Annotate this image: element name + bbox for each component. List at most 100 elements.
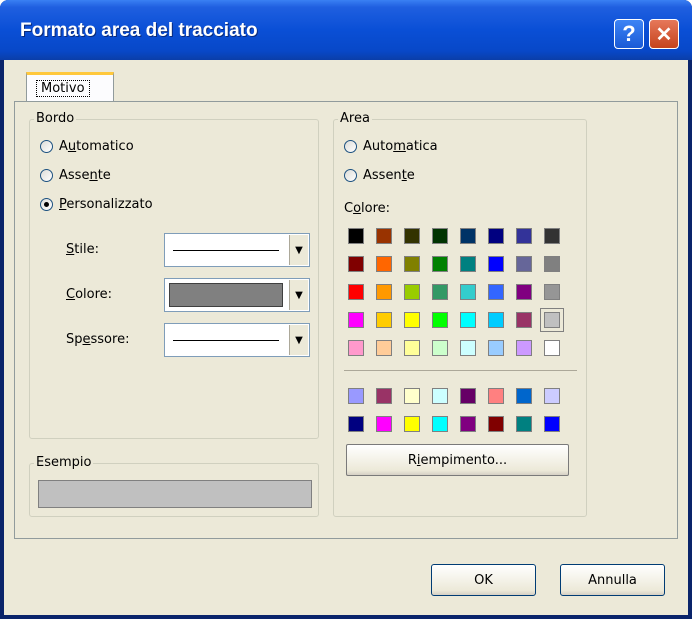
color-swatch[interactable] bbox=[488, 388, 504, 404]
area-auto-label: Automatica bbox=[363, 138, 438, 154]
color-swatch[interactable] bbox=[516, 284, 532, 300]
tab-motivo[interactable]: Motivo bbox=[26, 72, 114, 102]
chevron-down-icon[interactable]: ▼ bbox=[289, 280, 308, 310]
ok-button[interactable]: OK bbox=[431, 564, 536, 596]
chevron-down-icon[interactable]: ▼ bbox=[289, 325, 308, 355]
dialog-window: Formato area del tracciato ? ✕ Motivo Bo… bbox=[0, 0, 692, 619]
color-swatch[interactable] bbox=[404, 228, 420, 244]
area-group: Area Automatica Assente Colore: Riempime… bbox=[333, 111, 587, 517]
color-swatch[interactable] bbox=[348, 284, 364, 300]
color-swatch[interactable] bbox=[460, 312, 476, 328]
color-swatch[interactable] bbox=[488, 228, 504, 244]
sample-group-title: Esempio bbox=[34, 455, 94, 471]
border-auto-radio[interactable]: Automatico bbox=[40, 136, 134, 156]
color-swatch[interactable] bbox=[488, 256, 504, 272]
color-swatch[interactable] bbox=[376, 284, 392, 300]
fill-effects-button[interactable]: Riempimento... bbox=[346, 444, 569, 476]
border-custom-label: Personalizzato bbox=[59, 196, 153, 212]
chevron-down-icon[interactable]: ▼ bbox=[289, 235, 308, 265]
color-swatch[interactable] bbox=[544, 388, 560, 404]
color-swatch[interactable] bbox=[544, 312, 560, 328]
area-none-radio[interactable]: Assente bbox=[344, 165, 415, 185]
color-swatch[interactable] bbox=[432, 312, 448, 328]
border-group: Bordo Automatico Assente Personalizzato … bbox=[29, 111, 319, 439]
color-label: Colore: bbox=[66, 287, 113, 302]
dialog-body: Motivo Bordo Automatico Assente Personal… bbox=[4, 60, 688, 615]
color-swatch[interactable] bbox=[488, 312, 504, 328]
border-custom-radio[interactable]: Personalizzato bbox=[40, 194, 153, 214]
area-color-label: Colore: bbox=[344, 201, 391, 216]
sample-preview bbox=[38, 480, 312, 508]
title-bar[interactable]: Formato area del tracciato ? ✕ bbox=[0, 0, 692, 60]
color-swatch[interactable] bbox=[404, 284, 420, 300]
sample-group: Esempio bbox=[29, 455, 319, 517]
color-swatch[interactable] bbox=[404, 256, 420, 272]
border-group-title: Bordo bbox=[34, 111, 77, 127]
color-swatch[interactable] bbox=[432, 284, 448, 300]
color-swatch[interactable] bbox=[516, 312, 532, 328]
style-dropdown[interactable]: ▼ bbox=[164, 233, 310, 267]
color-swatch[interactable] bbox=[348, 388, 364, 404]
area-group-title: Area bbox=[338, 111, 372, 127]
color-swatch[interactable] bbox=[348, 228, 364, 244]
line-weight-sample bbox=[173, 340, 279, 341]
color-swatch[interactable] bbox=[376, 388, 392, 404]
color-swatch[interactable] bbox=[544, 416, 560, 432]
color-swatch[interactable] bbox=[432, 416, 448, 432]
border-none-radio[interactable]: Assente bbox=[40, 165, 111, 185]
area-auto-radio[interactable]: Automatica bbox=[344, 136, 438, 156]
tab-panel: Bordo Automatico Assente Personalizzato … bbox=[14, 101, 678, 539]
color-swatch[interactable] bbox=[488, 284, 504, 300]
area-none-label: Assente bbox=[363, 167, 415, 183]
color-swatch[interactable] bbox=[460, 284, 476, 300]
color-swatch[interactable] bbox=[348, 256, 364, 272]
color-swatch[interactable] bbox=[488, 416, 504, 432]
color-swatch[interactable] bbox=[348, 340, 364, 356]
weight-dropdown[interactable]: ▼ bbox=[164, 323, 310, 357]
color-swatch[interactable] bbox=[544, 284, 560, 300]
radio-indicator bbox=[40, 168, 53, 182]
color-swatch[interactable] bbox=[460, 228, 476, 244]
radio-indicator bbox=[40, 139, 53, 153]
color-swatch[interactable] bbox=[544, 256, 560, 272]
color-swatch[interactable] bbox=[404, 312, 420, 328]
weight-label: Spessore: bbox=[66, 332, 130, 347]
color-swatch[interactable] bbox=[376, 312, 392, 328]
palette-separator bbox=[344, 370, 577, 371]
color-preview bbox=[169, 283, 283, 307]
color-swatch[interactable] bbox=[432, 340, 448, 356]
color-swatch[interactable] bbox=[404, 340, 420, 356]
color-swatch[interactable] bbox=[404, 388, 420, 404]
color-swatch[interactable] bbox=[516, 228, 532, 244]
help-button[interactable]: ? bbox=[614, 19, 644, 49]
color-swatch[interactable] bbox=[348, 312, 364, 328]
color-swatch[interactable] bbox=[404, 416, 420, 432]
color-swatch[interactable] bbox=[376, 256, 392, 272]
color-swatch[interactable] bbox=[460, 388, 476, 404]
color-swatch[interactable] bbox=[516, 256, 532, 272]
color-swatch[interactable] bbox=[432, 388, 448, 404]
close-button[interactable]: ✕ bbox=[649, 19, 679, 49]
color-swatch[interactable] bbox=[460, 256, 476, 272]
color-swatch[interactable] bbox=[460, 340, 476, 356]
color-swatch[interactable] bbox=[376, 340, 392, 356]
dialog-title: Formato area del tracciato bbox=[20, 20, 258, 41]
color-swatch[interactable] bbox=[432, 228, 448, 244]
color-dropdown[interactable]: ▼ bbox=[164, 278, 310, 312]
color-swatch[interactable] bbox=[544, 340, 560, 356]
color-swatch[interactable] bbox=[376, 416, 392, 432]
color-swatch[interactable] bbox=[516, 416, 532, 432]
border-auto-label: Automatico bbox=[59, 138, 134, 154]
cancel-button[interactable]: Annulla bbox=[560, 564, 665, 596]
color-swatch[interactable] bbox=[544, 228, 560, 244]
color-swatch[interactable] bbox=[516, 388, 532, 404]
color-swatch[interactable] bbox=[348, 416, 364, 432]
color-swatch[interactable] bbox=[460, 416, 476, 432]
color-swatch[interactable] bbox=[488, 340, 504, 356]
color-swatch[interactable] bbox=[516, 340, 532, 356]
tab-motivo-label: Motivo bbox=[36, 80, 90, 97]
color-swatch[interactable] bbox=[432, 256, 448, 272]
color-swatch[interactable] bbox=[376, 228, 392, 244]
style-label: Stile: bbox=[66, 242, 99, 257]
radio-indicator-checked bbox=[40, 197, 53, 211]
